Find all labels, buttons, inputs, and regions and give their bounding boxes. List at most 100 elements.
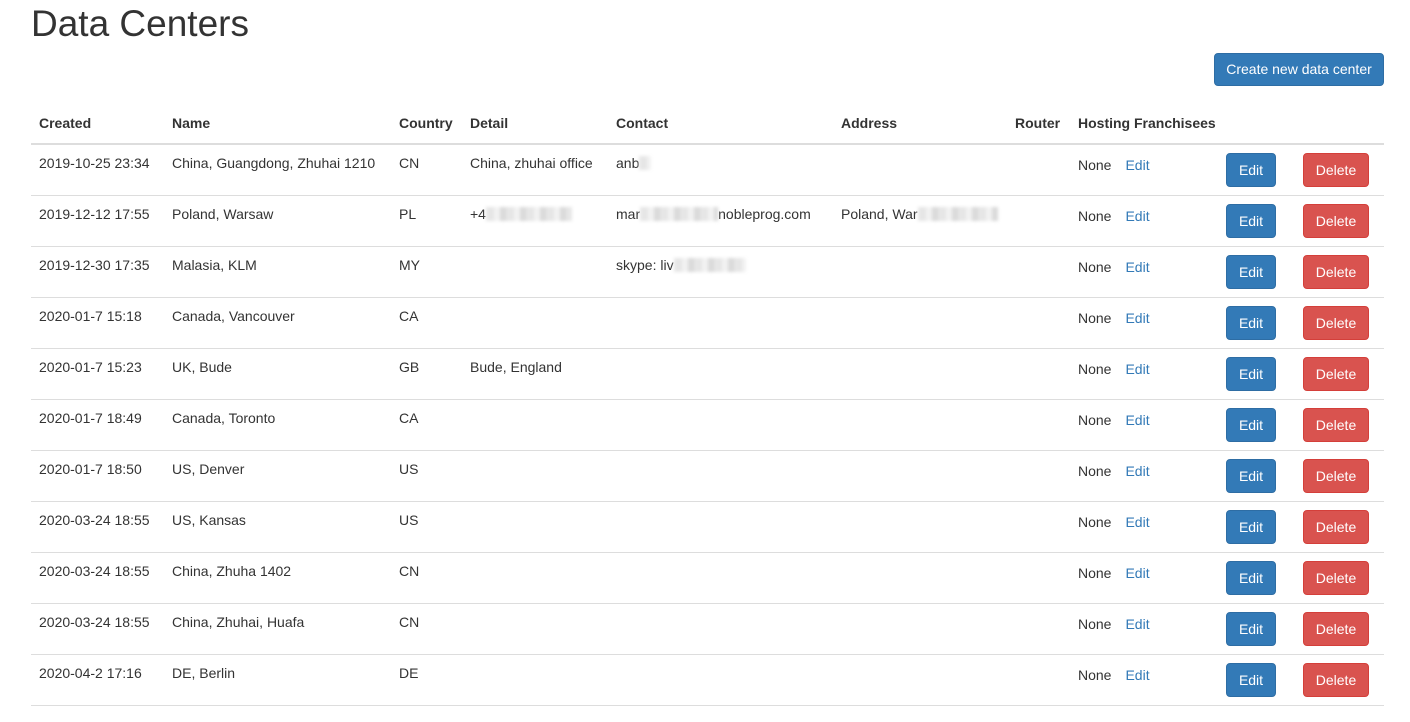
delete-button[interactable]: Delete	[1303, 255, 1369, 289]
cell-hosting-franchisees: None Edit	[1070, 348, 1216, 400]
edit-button[interactable]: Edit	[1226, 153, 1276, 187]
edit-franchisees-link[interactable]: Edit	[1125, 247, 1149, 275]
delete-button[interactable]: Delete	[1303, 357, 1369, 391]
create-data-center-button[interactable]: Create new data center	[1214, 53, 1384, 86]
cell-contact	[608, 654, 833, 706]
edit-button[interactable]: Edit	[1226, 459, 1276, 493]
delete-button[interactable]: Delete	[1303, 663, 1369, 697]
table-row: 2020-03-24 18:55 China, Zhuhai, Huafa CN No…	[31, 603, 1384, 655]
edit-franchisees-link[interactable]: Edit	[1125, 451, 1149, 479]
cell-name: Poland, Warsaw	[164, 195, 391, 247]
cell-edit-action: Edit	[1216, 450, 1294, 502]
header-name[interactable]: Name	[164, 103, 391, 145]
edit-franchisees-link[interactable]: Edit	[1125, 604, 1149, 632]
cell-delete-action: Delete	[1294, 654, 1384, 706]
cell-created: 2019-12-12 17:55	[31, 195, 164, 247]
edit-button[interactable]: Edit	[1226, 510, 1276, 544]
edit-franchisees-link[interactable]: Edit	[1125, 400, 1149, 428]
header-address[interactable]: Address	[833, 103, 1007, 145]
cell-detail	[462, 450, 608, 502]
edit-franchisees-link[interactable]: Edit	[1125, 655, 1149, 683]
cell-created-text: 2020-03-24 18:55	[39, 563, 150, 579]
cell-hosting-franchisees: None Edit	[1070, 552, 1216, 604]
cell-edit-action: Edit	[1216, 654, 1294, 706]
header-hosting-franchisees[interactable]: Hosting Franchisees	[1070, 103, 1216, 145]
cell-delete-action: Delete	[1294, 348, 1384, 400]
delete-button[interactable]: Delete	[1303, 459, 1369, 493]
header-edit-col	[1216, 103, 1294, 145]
cell-contact	[608, 348, 833, 400]
cell-contact	[608, 501, 833, 553]
cell-created: 2019-12-30 17:35	[31, 246, 164, 298]
cell-detail-text: +4	[470, 206, 486, 222]
cell-country-text: CN	[399, 614, 420, 630]
cell-delete-action: Delete	[1294, 552, 1384, 604]
delete-button[interactable]: Delete	[1303, 204, 1369, 238]
franchisees-value: None	[1078, 157, 1112, 173]
franchisees-value: None	[1078, 412, 1112, 428]
cell-router	[1007, 297, 1070, 349]
cell-delete-action: Delete	[1294, 450, 1384, 502]
cell-name: US, Kansas	[164, 501, 391, 553]
cell-country-text: MY	[399, 257, 420, 273]
edit-button[interactable]: Edit	[1226, 357, 1276, 391]
cell-created-text: 2020-01-7 18:49	[39, 410, 142, 426]
cell-detail	[462, 501, 608, 553]
table-row: 2019-12-30 17:35 Malasia, KLM MY skype: liv…	[31, 246, 1384, 298]
header-router[interactable]: Router	[1007, 103, 1070, 145]
edit-button[interactable]: Edit	[1226, 663, 1276, 697]
cell-delete-action: Delete	[1294, 297, 1384, 349]
cell-address	[833, 654, 1007, 706]
cell-detail: Bude, England	[462, 348, 608, 400]
cell-created: 2020-01-7 15:18	[31, 297, 164, 349]
edit-button[interactable]: Edit	[1226, 408, 1276, 442]
cell-hosting-franchisees: None Edit	[1070, 195, 1216, 247]
cell-name-text: DE, Berlin	[172, 665, 236, 681]
header-detail[interactable]: Detail	[462, 103, 608, 145]
redacted-mark	[485, 207, 572, 221]
cell-name-text: UK, Bude	[172, 359, 232, 375]
cell-detail	[462, 654, 608, 706]
edit-button[interactable]: Edit	[1226, 612, 1276, 646]
delete-button[interactable]: Delete	[1303, 561, 1369, 595]
cell-address	[833, 501, 1007, 553]
cell-detail	[462, 399, 608, 451]
franchisees-value: None	[1078, 361, 1112, 377]
edit-franchisees-link[interactable]: Edit	[1125, 196, 1149, 224]
cell-name: Malasia, KLM	[164, 246, 391, 298]
cell-name-text: Canada, Vancouver	[172, 308, 295, 324]
edit-franchisees-link[interactable]: Edit	[1125, 145, 1149, 173]
cell-name: China, Zhuha 1402	[164, 552, 391, 604]
edit-franchisees-link[interactable]: Edit	[1125, 349, 1149, 377]
header-created[interactable]: Created	[31, 103, 164, 145]
header-country[interactable]: Country	[391, 103, 462, 145]
cell-address-text: Poland, War	[841, 206, 918, 222]
cell-created-text: 2019-12-30 17:35	[39, 257, 150, 273]
edit-button[interactable]: Edit	[1226, 204, 1276, 238]
cell-hosting-franchisees: None Edit	[1070, 297, 1216, 349]
cell-delete-action: Delete	[1294, 246, 1384, 298]
cell-delete-action: Delete	[1294, 501, 1384, 553]
edit-button[interactable]: Edit	[1226, 255, 1276, 289]
cell-router	[1007, 654, 1070, 706]
cell-contact-suffix: nobleprog.com	[718, 206, 811, 222]
delete-button[interactable]: Delete	[1303, 153, 1369, 187]
edit-franchisees-link[interactable]: Edit	[1125, 502, 1149, 530]
delete-button[interactable]: Delete	[1303, 408, 1369, 442]
cell-country-text: CN	[399, 563, 420, 579]
edit-franchisees-link[interactable]: Edit	[1125, 298, 1149, 326]
cell-contact-text: mar	[616, 206, 641, 222]
table-row: 2019-12-12 17:55 Poland, Warsaw PL +4 mar nob…	[31, 195, 1384, 247]
cell-detail-text: Bude, England	[470, 359, 562, 375]
delete-button[interactable]: Delete	[1303, 306, 1369, 340]
header-contact[interactable]: Contact	[608, 103, 833, 145]
cell-country: DE	[391, 654, 462, 706]
delete-button[interactable]: Delete	[1303, 510, 1369, 544]
cell-name: UK, Bude	[164, 348, 391, 400]
edit-button[interactable]: Edit	[1226, 561, 1276, 595]
edit-franchisees-link[interactable]: Edit	[1125, 553, 1149, 581]
cell-country-text: CA	[399, 410, 419, 426]
cell-name-text: US, Denver	[172, 461, 245, 477]
edit-button[interactable]: Edit	[1226, 306, 1276, 340]
delete-button[interactable]: Delete	[1303, 612, 1369, 646]
